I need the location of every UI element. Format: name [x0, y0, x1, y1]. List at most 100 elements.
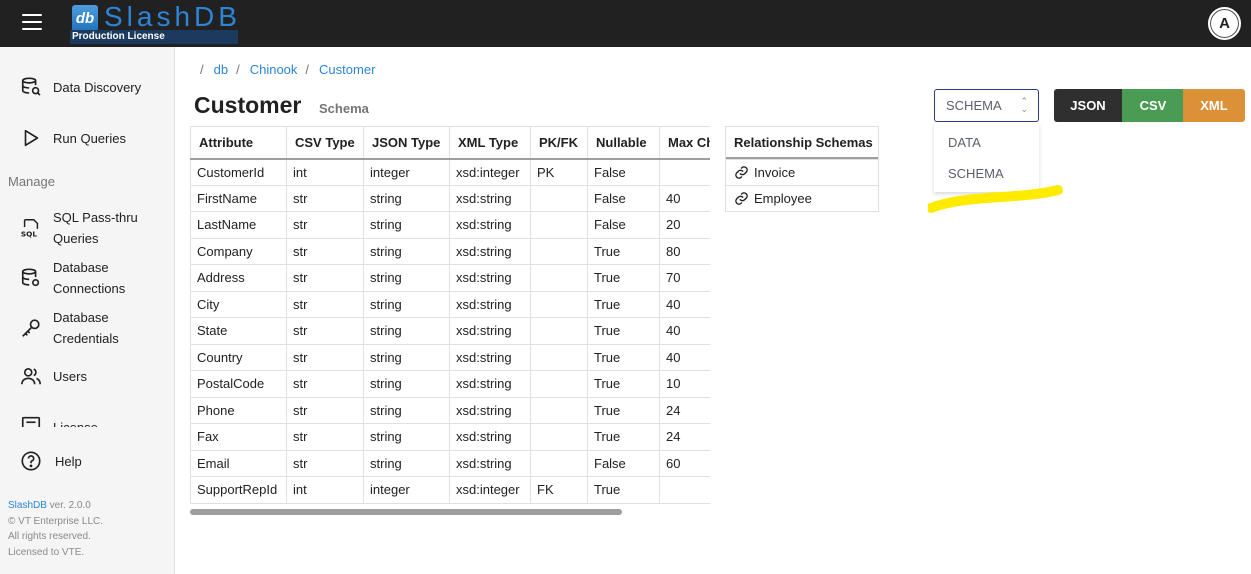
table-cell: True: [587, 476, 660, 504]
sql-icon: SQL: [21, 219, 39, 238]
footer-brand-link[interactable]: SlashDB: [8, 500, 47, 511]
table-cell: str: [286, 449, 364, 477]
schema-table-container: Attribute CSV Type JSON Type XML Type PK/FK N…: [190, 126, 710, 511]
view-mode-select[interactable]: SCHEMA ⌃ ⌄: [934, 89, 1039, 122]
table-cell: string: [363, 211, 450, 239]
table-cell: 40: [659, 184, 710, 212]
sidebar-item-sql-pass-thru[interactable]: SQL SQL Pass-thru Queries: [20, 207, 138, 249]
sidebar-item-run-queries[interactable]: Run Queries: [20, 127, 126, 149]
table-cell: Phone: [190, 396, 287, 424]
relationship-label: Invoice: [754, 165, 796, 180]
sidebar-item-database-credentials[interactable]: Database Credentials: [20, 307, 119, 349]
table-cell: [530, 370, 588, 398]
license-icon: [21, 416, 41, 427]
sidebar-item-label: Help: [55, 453, 82, 469]
sidebar-item-data-discovery[interactable]: Data Discovery: [20, 76, 141, 98]
table-cell: 24: [659, 423, 710, 451]
schema-table: Attribute CSV Type JSON Type XML Type PK/FK N…: [190, 126, 710, 504]
table-cell: False: [587, 184, 660, 212]
sidebar-item-label: SQL Pass-thru Queries: [53, 210, 138, 246]
relationship-schemas-header: Relationship Schemas: [726, 127, 878, 159]
table-cell: str: [286, 343, 364, 371]
table-cell: [530, 211, 588, 239]
table-cell: LastName: [190, 211, 287, 239]
page-title: Customer: [194, 92, 302, 118]
sidebar-item-label: Data Discovery: [53, 79, 142, 95]
relationship-link-invoice[interactable]: Invoice: [726, 159, 878, 185]
table-cell: [659, 158, 710, 186]
column-header: Nullable: [587, 126, 660, 160]
table-cell: True: [587, 423, 660, 451]
table-cell: string: [363, 423, 450, 451]
table-cell: 24: [659, 396, 710, 424]
play-icon: [24, 129, 39, 147]
horizontal-scrollbar[interactable]: [190, 509, 622, 515]
table-cell: [530, 423, 588, 451]
csv-button[interactable]: CSV: [1122, 89, 1184, 122]
table-cell: xsd:string: [449, 184, 531, 212]
table-cell: int: [286, 476, 364, 504]
table-cell: [530, 343, 588, 371]
table-row: Country str string xsd:string True 40: [190, 343, 710, 371]
sidebar-item-database-connections[interactable]: Database Connections: [20, 257, 125, 299]
table-cell: [659, 476, 710, 504]
table-row: Company str string xsd:string True 80: [190, 237, 710, 265]
table-cell: 40: [659, 290, 710, 318]
sidebar-item-help[interactable]: Help: [20, 450, 82, 472]
column-header: JSON Type: [363, 126, 450, 160]
sidebar-item-users[interactable]: Users: [20, 365, 87, 387]
user-avatar[interactable]: A: [1208, 7, 1241, 40]
sidebar-item-label: Run Queries: [53, 130, 126, 146]
column-header: PK/FK: [530, 126, 588, 160]
json-button[interactable]: JSON: [1054, 89, 1122, 122]
table-cell: [530, 237, 588, 265]
table-cell: xsd:string: [449, 343, 531, 371]
sidebar-item-label: Users: [53, 368, 87, 384]
menu-icon[interactable]: [22, 14, 42, 32]
table-row: LastName str string xsd:string False 20: [190, 211, 710, 239]
database-search-icon: [21, 77, 41, 96]
table-cell: SupportRepId: [190, 476, 287, 504]
column-header: XML Type: [449, 126, 531, 160]
table-body: CustomerId int integer xsd:integer PK False Fi…: [190, 158, 710, 504]
top-app-bar: db SlashDB Production License A: [0, 0, 1251, 47]
relationship-link-employee[interactable]: Employee: [726, 185, 878, 211]
table-cell: xsd:string: [449, 370, 531, 398]
table-cell: xsd:string: [449, 290, 531, 318]
table-cell: FirstName: [190, 184, 287, 212]
table-cell: str: [286, 264, 364, 292]
link-icon: [735, 166, 748, 179]
xml-button[interactable]: XML: [1183, 89, 1245, 122]
relationship-schemas-table: Relationship Schemas Invoice Employee: [725, 126, 879, 212]
sidebar-item-license[interactable]: License: [20, 414, 98, 427]
table-cell: xsd:string: [449, 317, 531, 345]
sidebar: Data Discovery Run Queries Manage SQL SQ…: [0, 47, 175, 574]
table-cell: True: [587, 290, 660, 318]
table-cell: 40: [659, 343, 710, 371]
breadcrumb-separator: /: [200, 62, 204, 77]
table-cell: str: [286, 211, 364, 239]
column-header: Attribute: [190, 126, 287, 160]
breadcrumb-customer[interactable]: Customer: [319, 62, 375, 77]
table-cell: str: [286, 184, 364, 212]
footer-rights: All rights reserved.: [8, 531, 91, 542]
sidebar-item-label: Database Credentials: [53, 310, 119, 346]
table-cell: str: [286, 396, 364, 424]
table-cell: string: [363, 449, 450, 477]
table-row: Email str string xsd:string False 60: [190, 449, 710, 477]
footer-version: ver. 2.0.0: [46, 500, 91, 511]
table-cell: Email: [190, 449, 287, 477]
breadcrumb-db[interactable]: db: [214, 62, 228, 77]
table-cell: Fax: [190, 423, 287, 451]
slashdb-logo[interactable]: db SlashDB Production License: [70, 1, 238, 44]
table-cell: False: [587, 211, 660, 239]
breadcrumb-chinook[interactable]: Chinook: [250, 62, 298, 77]
table-cell: string: [363, 317, 450, 345]
svg-text:SQL: SQL: [21, 229, 38, 238]
table-cell: xsd:string: [449, 237, 531, 265]
table-cell: string: [363, 237, 450, 265]
table-cell: City: [190, 290, 287, 318]
menu-item-data[interactable]: DATA: [934, 127, 1039, 158]
table-cell: xsd:string: [449, 264, 531, 292]
logo-mark: db: [72, 5, 98, 33]
